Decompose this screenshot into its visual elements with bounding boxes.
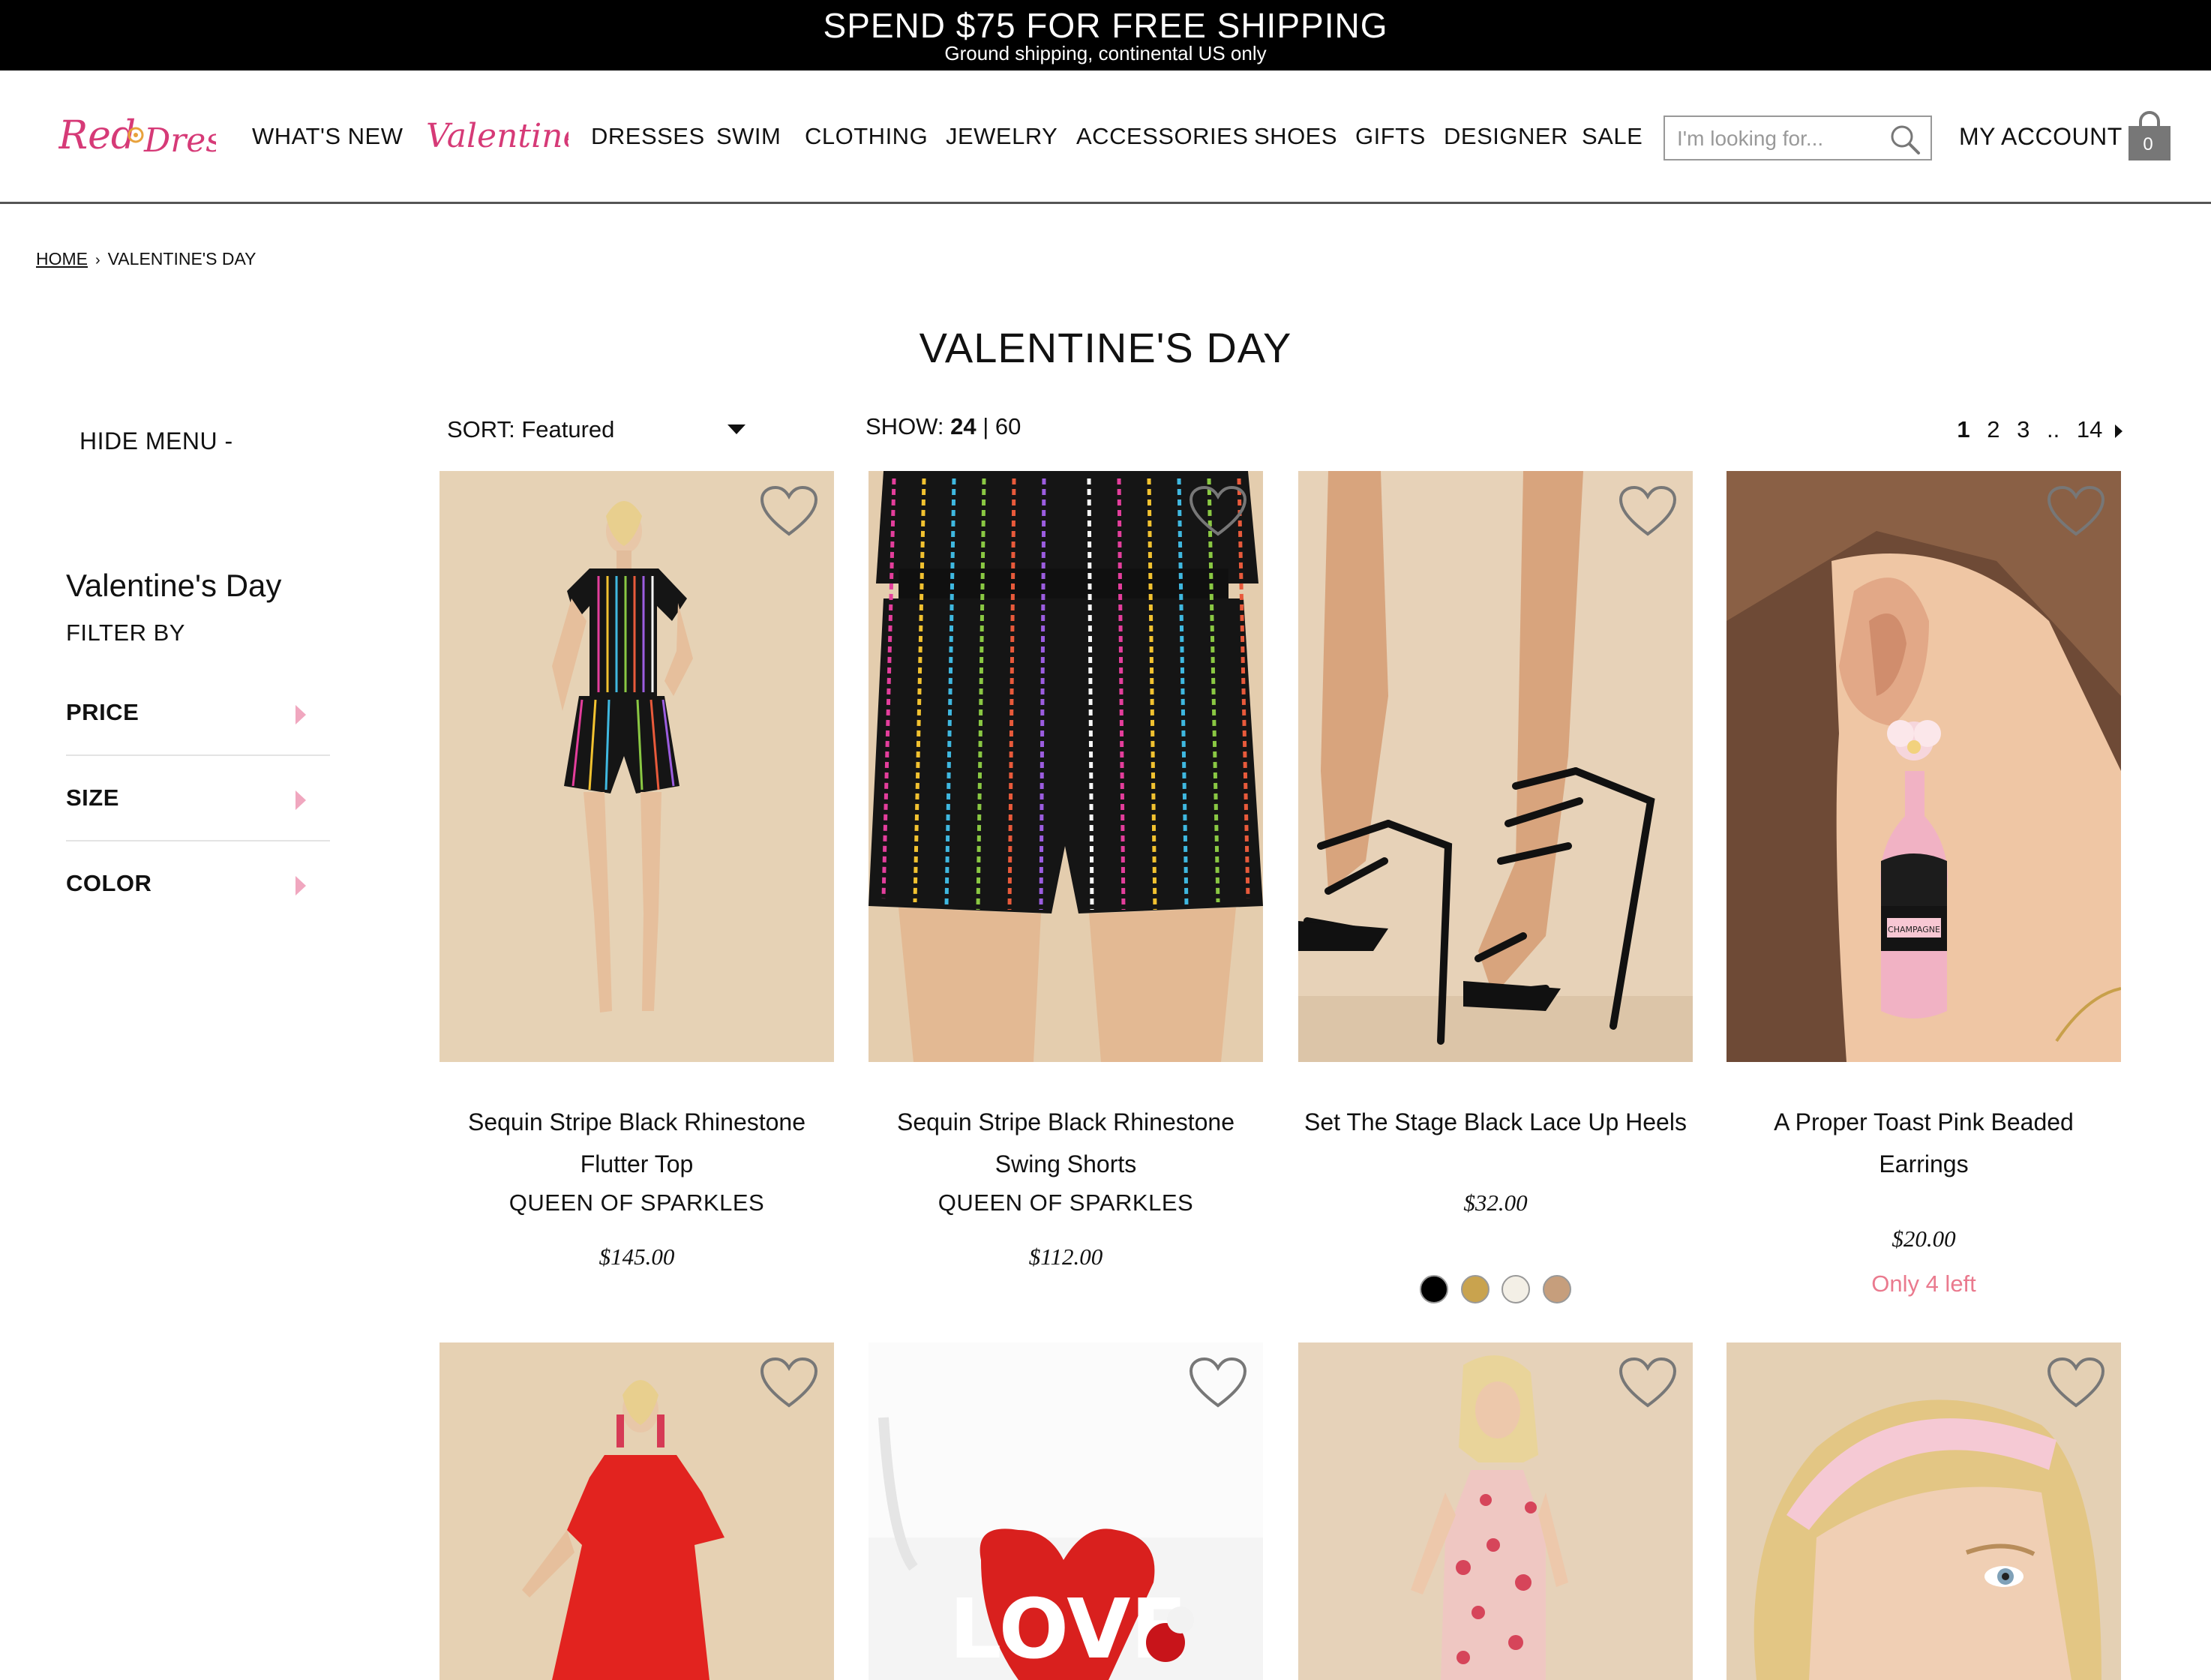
cart-button[interactable]: 0: [2127, 108, 2172, 162]
breadcrumb-current: VALENTINE'S DAY: [107, 249, 256, 268]
svg-text:Dress: Dress: [143, 122, 216, 160]
product-card: Sequin Stripe Black Rhinestone Flutter T…: [440, 471, 834, 1311]
product-price: $145.00: [598, 1244, 675, 1270]
breadcrumb-home[interactable]: HOME: [36, 249, 88, 268]
nav-clothing[interactable]: CLOTHING: [805, 122, 928, 152]
heart-icon[interactable]: [1618, 1356, 1678, 1410]
show-count-selector: SHOW: 24 | 60: [866, 411, 1021, 442]
cart-count: 0: [2143, 134, 2153, 154]
heart-icon[interactable]: [1188, 1356, 1248, 1410]
promo-bar: SPEND $75 FOR FREE SHIPPING Ground shipp…: [0, 0, 2211, 70]
product-image[interactable]: [440, 1342, 834, 1680]
promo-subtext: Ground shipping, continental US only: [944, 42, 1267, 64]
page-link-2[interactable]: 2: [1987, 416, 2000, 442]
filter-color-label: COLOR: [66, 870, 152, 896]
chevron-down-icon: [728, 424, 746, 434]
product-image[interactable]: CHAMPAGNE: [1726, 471, 2121, 1062]
svg-text:Valentine's: Valentine's: [426, 117, 568, 155]
product-price: $112.00: [1028, 1244, 1103, 1270]
expand-arrow-icon: [296, 876, 306, 896]
show-label: SHOW:: [866, 413, 944, 440]
page-ellipsis: ..: [2047, 416, 2060, 442]
sort-dropdown[interactable]: SORT: Featured: [447, 414, 754, 446]
next-page-icon[interactable]: [2115, 424, 2122, 438]
page-link-14[interactable]: 14: [2077, 416, 2102, 442]
nav-sale[interactable]: SALE: [1582, 122, 1642, 152]
product-card: Set The Stage Black Lace Up Heels $32.00: [1298, 471, 1693, 1311]
product-image[interactable]: [1298, 471, 1693, 1062]
color-swatch-black[interactable]: [1420, 1275, 1449, 1304]
product-card: [440, 1342, 834, 1680]
nav-valentines[interactable]: Valentine's: [423, 110, 568, 162]
filter-size-label: SIZE: [66, 784, 119, 811]
expand-arrow-icon: [296, 790, 306, 810]
nav-gifts[interactable]: GIFTS: [1355, 122, 1426, 152]
show-option-60[interactable]: 60: [995, 413, 1021, 440]
product-card: LOVE: [868, 1342, 1263, 1680]
nav-designer[interactable]: DESIGNER: [1444, 122, 1568, 152]
show-option-24[interactable]: 24: [950, 413, 976, 440]
product-card: CHAMPAGNE A Proper Toast Pink Beaded Ear…: [1726, 471, 2121, 1311]
page-title: VALENTINE'S DAY: [919, 324, 1292, 371]
heart-icon[interactable]: [2046, 1356, 2106, 1410]
page-link-1[interactable]: 1: [1957, 416, 1970, 442]
product-card: [1298, 1342, 1693, 1680]
product-name[interactable]: Sequin Stripe Black Rhinestone Swing Sho…: [868, 1101, 1263, 1185]
breadcrumb-separator: ›: [95, 252, 100, 268]
my-account-link[interactable]: MY ACCOUNT: [1959, 122, 2122, 152]
heart-icon[interactable]: [2046, 484, 2106, 538]
product-image[interactable]: [868, 471, 1263, 1062]
nav-shoes[interactable]: SHOES: [1254, 122, 1337, 152]
expand-arrow-icon: [296, 705, 306, 724]
breadcrumb: HOME › VALENTINE'S DAY: [36, 248, 256, 272]
nav-whats-new[interactable]: WHAT'S NEW: [252, 122, 404, 152]
product-brand: QUEEN OF SPARKLES: [938, 1190, 1194, 1216]
hide-menu-toggle[interactable]: HIDE MENU -: [80, 426, 233, 456]
product-price: $32.00: [1463, 1190, 1528, 1216]
stock-notice: Only 4 left: [1871, 1270, 1976, 1297]
page-link-3[interactable]: 3: [2017, 416, 2030, 442]
heart-icon[interactable]: [1188, 484, 1248, 538]
filter-by-label: FILTER BY: [66, 620, 185, 646]
nav-jewelry[interactable]: JEWELRY: [946, 122, 1058, 152]
heart-icon[interactable]: [1618, 484, 1678, 538]
nav-dresses[interactable]: DRESSES: [591, 122, 705, 152]
sort-label: SORT: Featured: [447, 416, 615, 442]
product-name[interactable]: A Proper Toast Pink Beaded Earrings: [1726, 1101, 2121, 1185]
product-name[interactable]: Sequin Stripe Black Rhinestone Flutter T…: [440, 1101, 834, 1185]
color-swatch-nude[interactable]: [1542, 1275, 1571, 1304]
color-swatch-white[interactable]: [1502, 1275, 1531, 1304]
filter-color[interactable]: COLOR: [66, 842, 330, 927]
product-card: [1726, 1342, 2121, 1680]
product-image[interactable]: LOVE: [868, 1342, 1263, 1680]
site-header: Red Dress WHAT'S NEW Valentine's DRESSES…: [0, 70, 2211, 204]
filter-price-label: PRICE: [66, 699, 140, 725]
search-input[interactable]: [1677, 124, 1880, 153]
product-price: $20.00: [1892, 1226, 1956, 1252]
filter-size[interactable]: SIZE: [66, 756, 330, 842]
product-card: Sequin Stripe Black Rhinestone Swing Sho…: [868, 471, 1263, 1311]
product-image[interactable]: [440, 471, 834, 1062]
sidebar-title: Valentine's Day: [66, 568, 282, 603]
filter-price[interactable]: PRICE: [66, 670, 330, 756]
svg-text:CHAMPAGNE: CHAMPAGNE: [1888, 925, 1940, 934]
color-swatch-gold[interactable]: [1460, 1275, 1490, 1304]
promo-headline: SPEND $75 FOR FREE SHIPPING: [823, 6, 1388, 45]
product-image[interactable]: [1726, 1342, 2121, 1680]
nav-swim[interactable]: SWIM: [716, 122, 781, 152]
search-box: [1664, 116, 1932, 160]
pagination: 1 2 3 .. 14: [1946, 414, 2122, 446]
nav-accessories[interactable]: ACCESSORIES: [1076, 122, 1248, 152]
search-icon[interactable]: [1888, 123, 1922, 156]
svg-text:LOVE: LOVE: [949, 1581, 1186, 1677]
svg-text:Red: Red: [58, 113, 136, 158]
product-name[interactable]: Set The Stage Black Lace Up Heels: [1298, 1101, 1693, 1143]
product-brand: QUEEN OF SPARKLES: [508, 1190, 765, 1216]
color-swatches: [1298, 1275, 1693, 1307]
red-dress-logo[interactable]: Red Dress: [58, 102, 216, 170]
heart-icon[interactable]: [759, 484, 819, 538]
show-divider: |: [982, 413, 989, 440]
product-image[interactable]: [1298, 1342, 1693, 1680]
heart-icon[interactable]: [759, 1356, 819, 1410]
